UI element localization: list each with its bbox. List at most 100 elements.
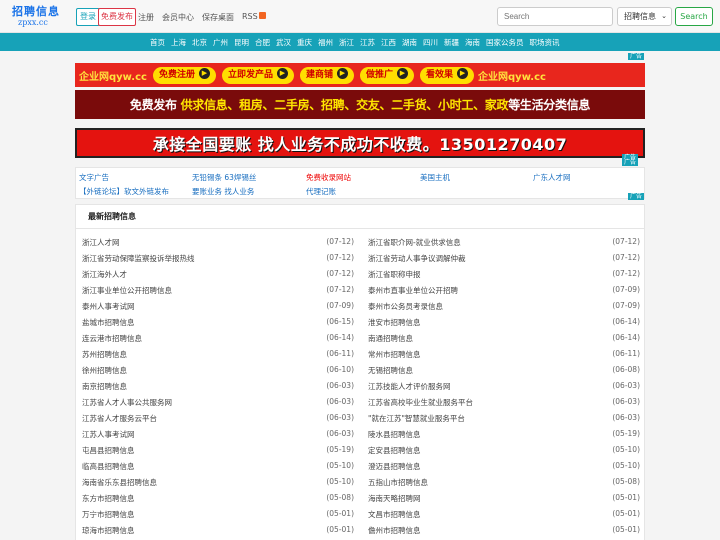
search-input[interactable] [497,7,613,26]
job-link[interactable]: 浙江事业单位公开招聘信息 [82,285,172,296]
job-link[interactable]: 琼海市招聘信息 [82,525,135,536]
job-link[interactable]: 江苏省高校毕业生就业服务平台 [368,397,473,408]
text-link[interactable]: 代理记账 [306,186,336,197]
member-center-link[interactable]: 会员中心 [162,12,194,23]
job-link[interactable]: 苏州招聘信息 [82,349,127,360]
job-link[interactable]: 浙江省职介网-就业供求信息 [368,237,461,248]
text-link[interactable]: 无铅锡条 63焊锡丝 [192,172,256,183]
nav-item[interactable]: 海南 [465,37,480,48]
post-free-button[interactable]: 免费发布 [98,8,136,26]
nav-item[interactable]: 重庆 [297,37,312,48]
text-link[interactable]: 美国主机 [420,172,450,183]
arrow-right-icon: ▶ [397,67,408,79]
job-link[interactable]: 泰州市公务员考录信息 [368,301,443,312]
job-link[interactable]: 浙江省劳动保障监察投诉举报热线 [82,253,195,264]
job-link[interactable]: "就在江苏"智慧就业服务平台 [368,413,465,424]
list-item: 东方市招聘信息 (05-08) [82,491,354,507]
arrow-right-icon: ▶ [198,67,210,79]
nav-item[interactable]: 合肥 [255,37,270,48]
job-link[interactable]: 无锡招聘信息 [368,365,413,376]
nav-item[interactable]: 四川 [423,37,438,48]
list-item: 南京招聘信息 (06-03) [82,379,354,395]
job-link[interactable]: 文昌市招聘信息 [368,509,421,520]
search-button[interactable]: Search [675,7,713,26]
job-link[interactable]: 澄迈县招聘信息 [368,461,421,472]
job-date: (05-10) [612,461,640,470]
nav-item[interactable]: 新疆 [444,37,459,48]
job-link[interactable]: 南通招聘信息 [368,333,413,344]
job-link[interactable]: 泰州人事考试网 [82,301,135,312]
nav-item[interactable]: 福州 [318,37,333,48]
text-link[interactable]: 【外链论坛】软文外链发布 [79,186,169,197]
job-link[interactable]: 五指山市招聘信息 [368,477,428,488]
list-item: 江苏省人才服务云平台 (06-03) [82,411,354,427]
nav-item[interactable]: 职场资讯 [530,37,560,48]
job-date: (05-10) [326,477,354,486]
nav-item[interactable]: 浙江 [339,37,354,48]
nav-item[interactable]: 北京 [192,37,207,48]
job-link[interactable]: 南京招聘信息 [82,381,127,392]
list-item: 徐州招聘信息 (06-10) [82,363,354,379]
register-link[interactable]: 注册 [138,12,154,23]
job-link[interactable]: 江苏省人才服务云平台 [82,413,157,424]
job-link[interactable]: 浙江省劳动人事争议调解仲裁 [368,253,466,264]
list-item: 五指山市招聘信息 (05-08) [368,475,640,491]
job-link[interactable]: 浙江人才网 [82,237,120,248]
text-link[interactable]: 文字广告 [79,172,109,183]
job-date: (05-01) [326,525,354,534]
site-logo[interactable]: 招聘信息 zpxx.cc [12,6,64,28]
nav-item[interactable]: 江西 [381,37,396,48]
job-link[interactable]: 儋州市招聘信息 [368,525,421,536]
banner-free-post[interactable]: 免费发布 供求信息、租房、二手房、招聘、交友、二手货、小时工、家政等生活分类信息 [75,90,645,119]
job-link[interactable]: 盐城市招聘信息 [82,317,135,328]
nav-item[interactable]: 昆明 [234,37,249,48]
job-link[interactable]: 江苏技能人才评价服务网 [368,381,451,392]
job-date: (05-08) [326,493,354,502]
rss-link[interactable]: RSS [242,12,266,21]
job-date: (07-12) [326,285,354,294]
job-link[interactable]: 屯昌县招聘信息 [82,445,135,456]
job-link[interactable]: 海南天略招聘网 [368,493,421,504]
job-link[interactable]: 徐州招聘信息 [82,365,127,376]
nav-item[interactable]: 江苏 [360,37,375,48]
arrow-right-icon: ▶ [336,67,348,79]
job-link[interactable]: 常州市招聘信息 [368,349,421,360]
banner-pill-label: 做推广 [365,69,393,80]
nav-item[interactable]: 武汉 [276,37,291,48]
text-link[interactable]: 广东人才网 [533,172,571,183]
job-link[interactable]: 江苏人事考试网 [82,429,135,440]
banner-qyw[interactable]: 企业网qyw.cc 免费注册 ▶ 立即发产品 ▶ 建商铺 ▶ 做推广 ▶ 看效果 ▶ 企业… [75,63,645,87]
category-select[interactable]: 招聘信息 ⌄ [617,7,672,26]
nav-item[interactable]: 首页 [150,37,165,48]
login-button[interactable]: 登录 [76,8,100,26]
job-link[interactable]: 万宁市招聘信息 [82,509,135,520]
save-desktop-link[interactable]: 保存桌面 [202,12,234,23]
job-link[interactable]: 临高县招聘信息 [82,461,135,472]
job-date: (06-03) [612,397,640,406]
job-link[interactable]: 连云港市招聘信息 [82,333,142,344]
nav-item[interactable]: 上海 [171,37,186,48]
list-item: 苏州招聘信息 (06-11) [82,347,354,363]
nav-item[interactable]: 广州 [213,37,228,48]
job-date: (05-10) [612,445,640,454]
job-link[interactable]: 泰州市直事业单位公开招聘 [368,285,458,296]
job-link[interactable]: 陵水县招聘信息 [368,429,421,440]
top-bar: 招聘信息 zpxx.cc 登录 免费发布 注册 会员中心 保存桌面 RSS 招聘… [0,0,720,33]
nav-item[interactable]: 湖南 [402,37,417,48]
job-link[interactable]: 江苏省人才人事公共服务网 [82,397,172,408]
job-link[interactable]: 淮安市招聘信息 [368,317,421,328]
banner-debt-collection[interactable]: 承接全国要账 找人业务不成功不收费。13501270407 [75,128,645,158]
text-ad-links: 文字广告 无铅锡条 63焊锡丝 免费收录网站 美国主机 广东人才网 【外链论坛】… [75,167,645,199]
nav-item[interactable]: 国家公务员 [486,37,524,48]
job-link[interactable]: 浙江省职称申报 [368,269,421,280]
job-link[interactable]: 海南省乐东县招聘信息 [82,477,157,488]
list-item: 淮安市招聘信息 (06-14) [368,315,640,331]
banner-brand: 企业网qyw.cc [79,71,147,83]
job-link[interactable]: 浙江海外人才 [82,269,127,280]
job-link[interactable]: 东方市招聘信息 [82,493,135,504]
text-link[interactable]: 免费收录网站 [306,172,351,183]
list-item: 浙江人才网 (07-12) [82,235,354,251]
list-item: 盐城市招聘信息 (06-15) [82,315,354,331]
text-link[interactable]: 要账业务 找人业务 [192,186,254,197]
job-link[interactable]: 定安县招聘信息 [368,445,421,456]
